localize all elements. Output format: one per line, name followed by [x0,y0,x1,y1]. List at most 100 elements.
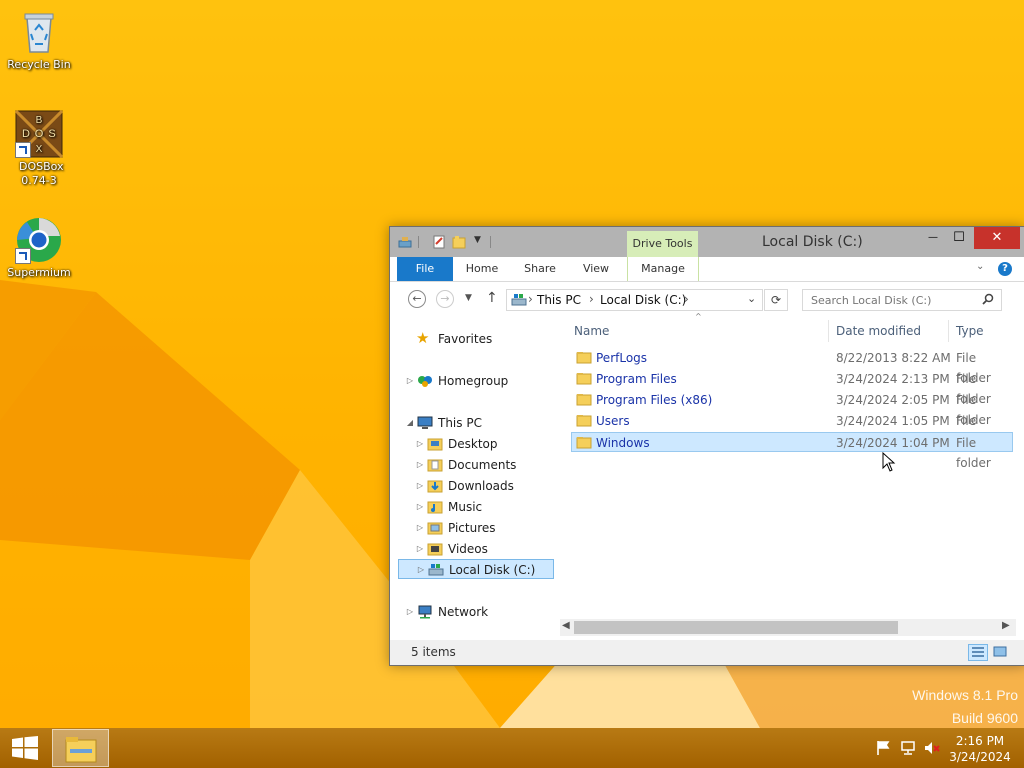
tab-file[interactable]: File [397,257,453,281]
desktop-icon-dosbox[interactable]: B D O S X DOSBox 0.74-3 [1,109,77,188]
recycle-bin-icon [15,8,63,56]
maximize-button[interactable]: ☐ [946,227,972,249]
nav-item-label: This PC [438,416,482,430]
large-icons-view-button[interactable] [991,644,1011,661]
tab-home[interactable]: Home [458,257,506,281]
clock-time: 2:16 PM [955,734,1005,748]
tab-manage[interactable]: Manage [627,257,699,281]
breadcrumb-this-pc[interactable]: This PC [537,293,581,307]
scroll-right-icon[interactable]: ▶ [1002,620,1010,631]
volume-muted-icon[interactable] [924,740,940,756]
window-title: Local Disk (C:) [762,234,863,250]
forward-button[interactable]: → [436,290,454,308]
nav-item-local-disk[interactable]: ▷ Local Disk (C:) [398,559,554,579]
desktop-folder-icon [427,438,443,451]
system-menu-drive-icon[interactable] [398,235,412,249]
file-row[interactable]: Program Files (x86) 3/24/2024 2:05 PM Fi… [572,390,1012,427]
start-button[interactable] [0,728,48,768]
drive-icon [428,564,444,576]
collapse-arrow-icon[interactable]: ◢ [405,413,415,433]
nav-item-music[interactable]: ▷ Music [390,497,550,517]
column-header-type[interactable]: Type [956,318,1016,344]
details-view-button[interactable] [968,644,988,661]
minimize-button[interactable]: — [920,227,946,249]
expand-arrow-icon[interactable]: ▷ [415,476,425,496]
desktop-icon-supermium[interactable]: Supermium [1,216,77,280]
tab-view[interactable]: View [572,257,620,281]
file-date: 3/24/2024 1:04 PM [836,436,950,450]
breadcrumb-local-disk[interactable]: Local Disk (C:) [600,293,686,307]
nav-item-label: Homegroup [438,374,509,388]
search-icon[interactable] [982,293,994,305]
new-folder-icon[interactable] [452,235,466,249]
customize-qat-icon[interactable]: ▼ [474,235,481,245]
file-row[interactable]: Program Files 3/24/2024 2:13 PM File fol… [572,369,1012,406]
nav-item-label: Pictures [448,521,496,535]
folder-icon [576,373,592,385]
nav-item-network[interactable]: ▷ Network [390,602,550,622]
file-type: File folder [956,436,991,470]
file-row[interactable]: PerfLogs 8/22/2013 8:22 AM File folder [572,348,1012,385]
expand-arrow-icon[interactable]: ▷ [405,371,415,391]
file-name: PerfLogs [596,351,648,365]
dosbox-logo-s: S [48,128,55,140]
desktop-icon-label: Recycle Bin [7,58,71,71]
action-center-flag-icon[interactable] [876,740,890,756]
column-separator[interactable] [948,320,949,342]
taskbar-clock[interactable]: 2:16 PM 3/24/2024 [946,733,1014,765]
expand-arrow-icon[interactable]: ▷ [415,518,425,538]
recent-locations-icon[interactable]: ▼ [465,293,472,303]
desktop-icon-recycle-bin[interactable]: Recycle Bin [1,8,77,72]
properties-icon[interactable] [432,235,446,249]
address-bar[interactable]: › This PC › Local Disk (C:) › ⌄ [506,289,763,311]
expand-arrow-icon[interactable]: ▷ [416,560,426,580]
column-header-name[interactable]: Name [574,318,824,344]
network-tray-icon[interactable] [900,740,916,756]
mouse-cursor-icon [882,452,896,472]
large-icons-view-icon [993,646,1007,657]
dosbox-logo-x: X [36,144,43,155]
address-separator[interactable]: › [684,292,689,306]
refresh-button[interactable]: ⟳ [764,289,788,311]
nav-item-label: Music [448,500,483,514]
help-icon[interactable]: ? [998,262,1012,276]
nav-item-homegroup[interactable]: ▷ Homegroup [390,371,550,391]
ribbon-expand-icon[interactable]: ⌄ [976,261,984,272]
expand-arrow-icon[interactable]: ▷ [415,434,425,454]
column-header-date[interactable]: Date modified [836,318,946,344]
title-bar[interactable]: ▼ Drive Tools Local Disk (C:) — ☐ ✕ [390,227,1024,257]
expand-arrow-icon[interactable]: ▷ [405,602,415,622]
nav-item-desktop[interactable]: ▷ Desktop [390,434,550,454]
nav-item-documents[interactable]: ▷ Documents [390,455,550,475]
scrollbar-thumb[interactable] [574,621,898,634]
address-dropdown-icon[interactable]: ⌄ [747,292,756,305]
computer-icon [417,416,433,429]
horizontal-scrollbar[interactable]: ◀ ▶ [560,619,1016,636]
file-date: 3/24/2024 1:05 PM [836,414,950,428]
clock-date: 3/24/2024 [949,750,1011,764]
expand-arrow-icon[interactable]: ▷ [415,497,425,517]
nav-item-downloads[interactable]: ▷ Downloads [390,476,550,496]
expand-arrow-icon[interactable]: ▷ [415,455,425,475]
address-separator[interactable]: › [589,292,594,306]
desktop-icon-label: DOSBox 0.74-3 [19,160,64,187]
expand-arrow-icon[interactable]: ▷ [415,539,425,559]
nav-item-videos[interactable]: ▷ Videos [390,539,550,559]
back-button[interactable]: ← [408,290,426,308]
nav-item-favorites[interactable]: ★ Favorites [390,329,550,349]
tab-share[interactable]: Share [514,257,566,281]
nav-item-pictures[interactable]: ▷ Pictures [390,518,550,538]
file-name: Users [596,414,630,428]
up-button[interactable]: ↑ [486,290,498,306]
close-button[interactable]: ✕ [974,227,1020,249]
column-separator[interactable] [828,320,829,342]
nav-item-label: Documents [448,458,517,472]
taskbar-file-explorer[interactable] [52,729,109,767]
file-name: Program Files (x86) [596,393,713,407]
file-row-selected[interactable]: Windows 3/24/2024 1:04 PM File folder [571,432,1013,470]
nav-item-this-pc[interactable]: ◢ This PC [390,413,550,433]
search-input[interactable] [802,289,1002,311]
supermium-icon [15,216,63,264]
file-row[interactable]: Users 3/24/2024 1:05 PM File folder [572,411,1012,448]
scroll-left-icon[interactable]: ◀ [562,620,570,631]
